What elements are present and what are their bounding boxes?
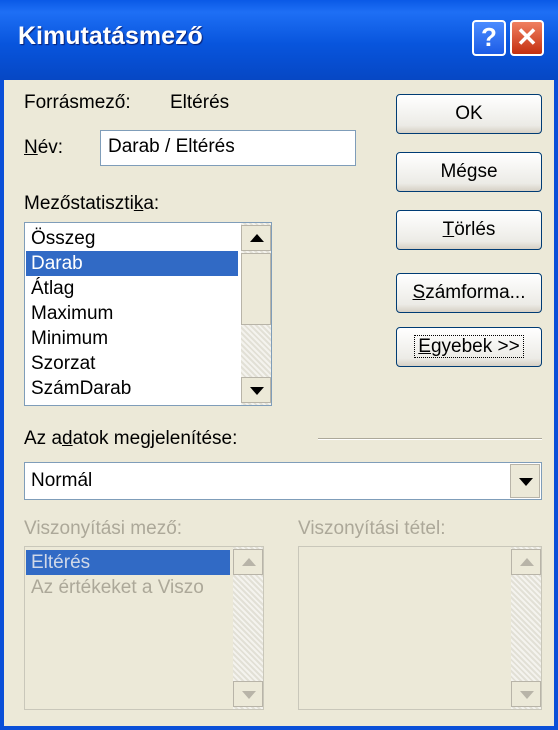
dropdown-button[interactable] xyxy=(510,464,540,498)
help-button[interactable]: ? xyxy=(472,20,506,56)
scroll-up-button[interactable] xyxy=(241,225,271,251)
separator xyxy=(318,438,542,440)
base-field-label: Viszonyítási mező: xyxy=(24,518,183,539)
show-data-as-value: Normál xyxy=(31,470,93,491)
list-item[interactable]: Szorzat xyxy=(26,351,238,376)
list-item[interactable]: Összeg xyxy=(26,226,238,251)
delete-button[interactable]: Törlés xyxy=(396,210,542,250)
name-input[interactable]: Darab / Eltérés xyxy=(100,130,356,166)
scroll-thumb[interactable] xyxy=(241,253,271,325)
list-item-selected[interactable]: Darab xyxy=(26,251,238,276)
window-title: Kimutatásmező xyxy=(18,22,203,50)
arrow-down-icon xyxy=(250,387,264,395)
ok-button[interactable]: OK xyxy=(396,94,542,134)
arrow-up-icon xyxy=(520,558,534,566)
summary-label: Mezőstatisztika: xyxy=(24,193,160,214)
list-item[interactable]: Minimum xyxy=(26,326,238,351)
arrow-up-icon xyxy=(250,234,264,242)
arrow-down-icon xyxy=(242,691,256,699)
more-options-button[interactable]: Egyebek >> xyxy=(396,327,542,367)
source-field-label: Forrásmező: xyxy=(24,92,131,113)
base-field-list[interactable]: Eltérés Az értékeket a Viszo xyxy=(24,546,264,710)
arrow-down-icon xyxy=(520,691,534,699)
title-bar: Kimutatásmező ? ✕ xyxy=(0,0,558,80)
list-item[interactable]: SzámDarab xyxy=(26,376,238,401)
base-field-scrollbar[interactable] xyxy=(233,547,263,709)
list-item[interactable]: Átlag xyxy=(26,276,238,301)
show-data-as-select[interactable]: Normál xyxy=(24,462,542,500)
number-format-button[interactable]: Számforma... xyxy=(396,273,542,313)
name-label: Név: xyxy=(24,137,64,158)
scroll-down-button[interactable] xyxy=(511,681,541,707)
summary-function-list[interactable]: Összeg Darab Átlag Maximum Minimum Szorz… xyxy=(24,222,272,406)
scroll-down-button[interactable] xyxy=(241,377,271,403)
show-data-label: Az adatok megjelenítése: xyxy=(24,428,238,449)
scroll-up-button[interactable] xyxy=(511,549,541,575)
base-item-list[interactable] xyxy=(298,546,542,710)
base-item-label: Viszonyítási tétel: xyxy=(298,518,446,539)
list-item[interactable]: Az értékeket a Viszo xyxy=(26,575,230,600)
scroll-down-button[interactable] xyxy=(233,681,263,707)
list-item[interactable]: Maximum xyxy=(26,301,238,326)
summary-scrollbar[interactable] xyxy=(241,223,271,405)
close-button[interactable]: ✕ xyxy=(510,20,544,56)
arrow-up-icon xyxy=(242,558,256,566)
list-item-selected[interactable]: Eltérés xyxy=(26,550,230,575)
cancel-button[interactable]: Mégse xyxy=(396,152,542,192)
chevron-down-icon xyxy=(519,478,533,486)
base-item-scrollbar[interactable] xyxy=(511,547,541,709)
source-field-value: Eltérés xyxy=(170,92,230,113)
scroll-up-button[interactable] xyxy=(233,549,263,575)
